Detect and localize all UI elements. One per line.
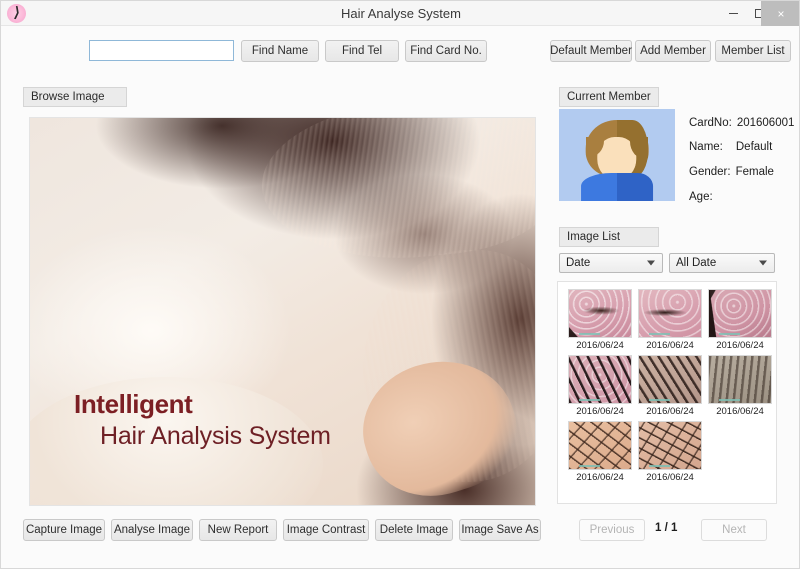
- member-name-key: Name:: [689, 141, 723, 153]
- thumbnail-image[interactable]: [638, 421, 702, 470]
- member-gender-value: Female: [735, 166, 774, 178]
- scale-bar-icon: [648, 399, 670, 401]
- thumbnail-item[interactable]: 2016/06/24: [706, 355, 774, 418]
- title-bar: ⟩ Hair Analyse System ×: [1, 1, 799, 26]
- thumbnail-item[interactable]: 2016/06/24: [566, 289, 634, 352]
- thumbnail-item[interactable]: 2016/06/24: [636, 289, 704, 352]
- scale-bar-icon: [578, 465, 600, 467]
- member-age-key: Age:: [689, 191, 713, 203]
- thumbnail-date: 2016/06/24: [716, 340, 764, 351]
- minimize-icon[interactable]: [719, 1, 747, 26]
- scale-bar-icon: [578, 333, 600, 335]
- sort-field-select[interactable]: Date: [559, 253, 663, 273]
- scale-bar-icon: [648, 333, 670, 335]
- member-name-value: Default: [735, 141, 773, 153]
- thumbnail-image[interactable]: [708, 289, 772, 338]
- thumbnail-image[interactable]: [708, 355, 772, 404]
- thumbnail-item[interactable]: 2016/06/24: [706, 289, 774, 352]
- date-filter-value: All Date: [676, 257, 717, 269]
- thumbnail-image[interactable]: [638, 355, 702, 404]
- find-tel-button[interactable]: Find Tel: [325, 40, 399, 62]
- image-save-as-button[interactable]: Image Save As: [459, 519, 541, 541]
- date-filter-select[interactable]: All Date: [669, 253, 775, 273]
- member-avatar-icon: [559, 109, 675, 201]
- thumbnail-image[interactable]: [638, 289, 702, 338]
- thumbnail-item[interactable]: 2016/06/24: [566, 355, 634, 418]
- thumbnail-date: 2016/06/24: [576, 340, 624, 351]
- current-member-panel-label: Current Member: [559, 87, 659, 107]
- member-list-button[interactable]: Member List: [715, 40, 791, 62]
- previous-page-button[interactable]: Previous: [579, 519, 645, 541]
- thumbnail-image[interactable]: [568, 289, 632, 338]
- hair-model-photo: [30, 118, 535, 505]
- thumbnail-date: 2016/06/24: [646, 406, 694, 417]
- member-cardno-row: CardNo: 201606001: [689, 117, 794, 129]
- image-list-panel-label: Image List: [559, 227, 659, 247]
- chevron-down-icon: [759, 260, 767, 266]
- find-name-button[interactable]: Find Name: [241, 40, 319, 62]
- thumbnail-item[interactable]: 2016/06/24: [566, 421, 634, 484]
- member-gender-row: Gender: Female: [689, 166, 774, 178]
- thumbnail-date: 2016/06/24: [576, 472, 624, 483]
- window-title: Hair Analyse System: [341, 6, 461, 21]
- thumbnail-date: 2016/06/24: [716, 406, 764, 417]
- add-member-button[interactable]: Add Member: [635, 40, 711, 62]
- scale-bar-icon: [648, 465, 670, 467]
- member-age-row: Age:: [689, 191, 718, 203]
- main-image-viewer[interactable]: Intelligent Hair Analysis System: [29, 117, 536, 506]
- thumbnail-date: 2016/06/24: [646, 472, 694, 483]
- new-report-button[interactable]: New Report: [199, 519, 277, 541]
- thumbnail-image[interactable]: [568, 355, 632, 404]
- browse-image-panel-label: Browse Image: [23, 87, 127, 107]
- scale-bar-icon: [718, 333, 740, 335]
- image-contrast-button[interactable]: Image Contrast: [283, 519, 369, 541]
- find-card-no-button[interactable]: Find Card No.: [405, 40, 487, 62]
- thumbnail-date: 2016/06/24: [576, 406, 624, 417]
- delete-image-button[interactable]: Delete Image: [375, 519, 453, 541]
- thumbnail-date: 2016/06/24: [646, 340, 694, 351]
- member-cardno-key: CardNo:: [689, 117, 732, 129]
- analyse-image-button[interactable]: Analyse Image: [111, 519, 193, 541]
- close-icon[interactable]: ×: [761, 1, 799, 26]
- sort-field-value: Date: [566, 257, 591, 269]
- default-member-button[interactable]: Default Member: [550, 40, 632, 62]
- application-window: ⟩ Hair Analyse System × Find Name Find T…: [0, 0, 800, 569]
- shoulder-decor: [30, 377, 323, 505]
- hair-sheen-decor: [255, 118, 535, 273]
- thumbnail-item[interactable]: 2016/06/24: [636, 421, 704, 484]
- thumbnail-image[interactable]: [568, 421, 632, 470]
- thumbnail-item[interactable]: 2016/06/24: [636, 355, 704, 418]
- scale-bar-icon: [718, 399, 740, 401]
- search-input[interactable]: [89, 40, 234, 61]
- scale-bar-icon: [578, 399, 600, 401]
- member-name-row: Name: Default: [689, 141, 772, 153]
- member-gender-key: Gender:: [689, 166, 731, 178]
- thumbnail-grid[interactable]: 2016/06/24 2016/06/24 2016/06/24 2016/06/24…: [557, 281, 777, 504]
- chevron-down-icon: [647, 260, 655, 266]
- page-indicator: 1 / 1: [655, 522, 678, 534]
- next-page-button[interactable]: Next: [701, 519, 767, 541]
- capture-image-button[interactable]: Capture Image: [23, 519, 105, 541]
- member-cardno-value: 201606001: [736, 117, 795, 129]
